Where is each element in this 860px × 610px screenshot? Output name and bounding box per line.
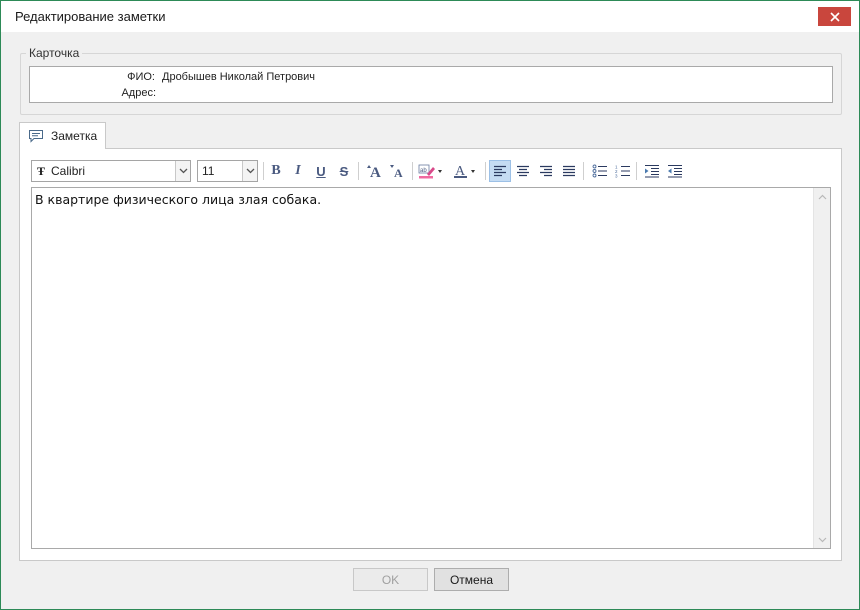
bullet-list-button[interactable] bbox=[589, 160, 611, 182]
close-icon bbox=[829, 11, 840, 22]
highlight-pen-icon: ab bbox=[418, 164, 442, 179]
font-size-combo[interactable]: 11 bbox=[197, 160, 258, 182]
chevron-down-icon bbox=[818, 537, 827, 542]
bold-button[interactable]: B bbox=[265, 160, 287, 182]
decrease-indent-button[interactable] bbox=[664, 160, 686, 182]
highlight-color-button[interactable]: ab bbox=[417, 160, 447, 182]
font-name-value: Calibri bbox=[51, 164, 86, 178]
font-type-icon: Ŧ bbox=[37, 163, 46, 178]
align-justify-button[interactable] bbox=[558, 160, 580, 182]
fio-label: ФИО: bbox=[127, 71, 155, 83]
window-title: Редактирование заметки bbox=[15, 9, 166, 24]
chevron-down-icon bbox=[246, 168, 254, 174]
close-button[interactable] bbox=[818, 7, 851, 26]
increase-indent-button[interactable] bbox=[641, 160, 663, 182]
underline-button[interactable]: U bbox=[310, 160, 332, 182]
card-group: Карточка ФИО: Дробышев Николай Петрович … bbox=[20, 46, 842, 115]
ok-button[interactable]: OK bbox=[353, 568, 428, 591]
tab-note[interactable]: Заметка bbox=[19, 122, 106, 149]
align-left-button[interactable] bbox=[489, 160, 511, 182]
font-color-button[interactable]: A bbox=[451, 160, 481, 182]
scroll-up-button[interactable] bbox=[814, 188, 831, 205]
grow-font-icon: A bbox=[367, 165, 381, 179]
note-text-editor[interactable]: В квартире физического лица злая собака. bbox=[31, 187, 831, 549]
address-label: Адрес: bbox=[121, 87, 156, 99]
scroll-down-button[interactable] bbox=[814, 531, 831, 548]
tab-note-label: Заметка bbox=[51, 129, 98, 143]
numbered-list-icon: 1 2 3 bbox=[615, 165, 630, 179]
cancel-button[interactable]: Отмена bbox=[434, 568, 509, 591]
indent-decrease-icon bbox=[668, 164, 682, 178]
font-size-dropdown[interactable] bbox=[242, 161, 257, 181]
svg-text:3: 3 bbox=[615, 174, 618, 179]
note-text: В квартире физического лица злая собака. bbox=[35, 192, 322, 207]
chevron-down-icon bbox=[179, 168, 187, 174]
shrink-font-button[interactable]: A bbox=[387, 160, 409, 182]
svg-text:ab: ab bbox=[420, 168, 427, 174]
shrink-font-icon: A bbox=[390, 165, 403, 179]
vertical-scrollbar[interactable] bbox=[813, 188, 830, 548]
note-edit-window: Редактирование заметки Карточка ФИО: Дро… bbox=[0, 0, 860, 610]
align-center-button[interactable] bbox=[512, 160, 534, 182]
align-center-icon bbox=[517, 165, 529, 177]
svg-text:A: A bbox=[370, 165, 381, 179]
note-tab-page: Ŧ Calibri 11 B I U S A A ab A 1 2 3 В кв… bbox=[19, 148, 842, 561]
svg-text:A: A bbox=[394, 166, 403, 179]
align-right-icon bbox=[540, 165, 552, 177]
font-name-combo[interactable]: Ŧ Calibri bbox=[31, 160, 191, 182]
italic-button[interactable]: I bbox=[287, 160, 309, 182]
dialog-body: Карточка ФИО: Дробышев Николай Петрович … bbox=[1, 32, 859, 609]
strikethrough-button[interactable]: S bbox=[333, 160, 355, 182]
card-info-box: ФИО: Дробышев Николай Петрович Адрес: bbox=[29, 66, 833, 103]
font-size-value: 11 bbox=[202, 164, 215, 178]
chevron-up-icon bbox=[818, 194, 827, 199]
formatting-toolbar: Ŧ Calibri 11 B I U S A A ab A 1 2 3 bbox=[31, 160, 831, 182]
indent-increase-icon bbox=[645, 164, 659, 178]
align-left-icon bbox=[494, 165, 506, 177]
align-justify-icon bbox=[563, 165, 575, 177]
font-color-icon: A bbox=[454, 164, 475, 179]
bullet-list-icon bbox=[592, 164, 607, 178]
grow-font-button[interactable]: A bbox=[364, 160, 386, 182]
align-right-button[interactable] bbox=[535, 160, 557, 182]
card-group-legend: Карточка bbox=[26, 46, 83, 60]
font-name-dropdown[interactable] bbox=[175, 161, 190, 181]
fio-value: Дробышев Николай Петрович bbox=[162, 71, 316, 83]
comment-icon bbox=[29, 130, 43, 143]
title-bar: Редактирование заметки bbox=[1, 1, 859, 32]
numbered-list-button[interactable]: 1 2 3 bbox=[612, 160, 634, 182]
